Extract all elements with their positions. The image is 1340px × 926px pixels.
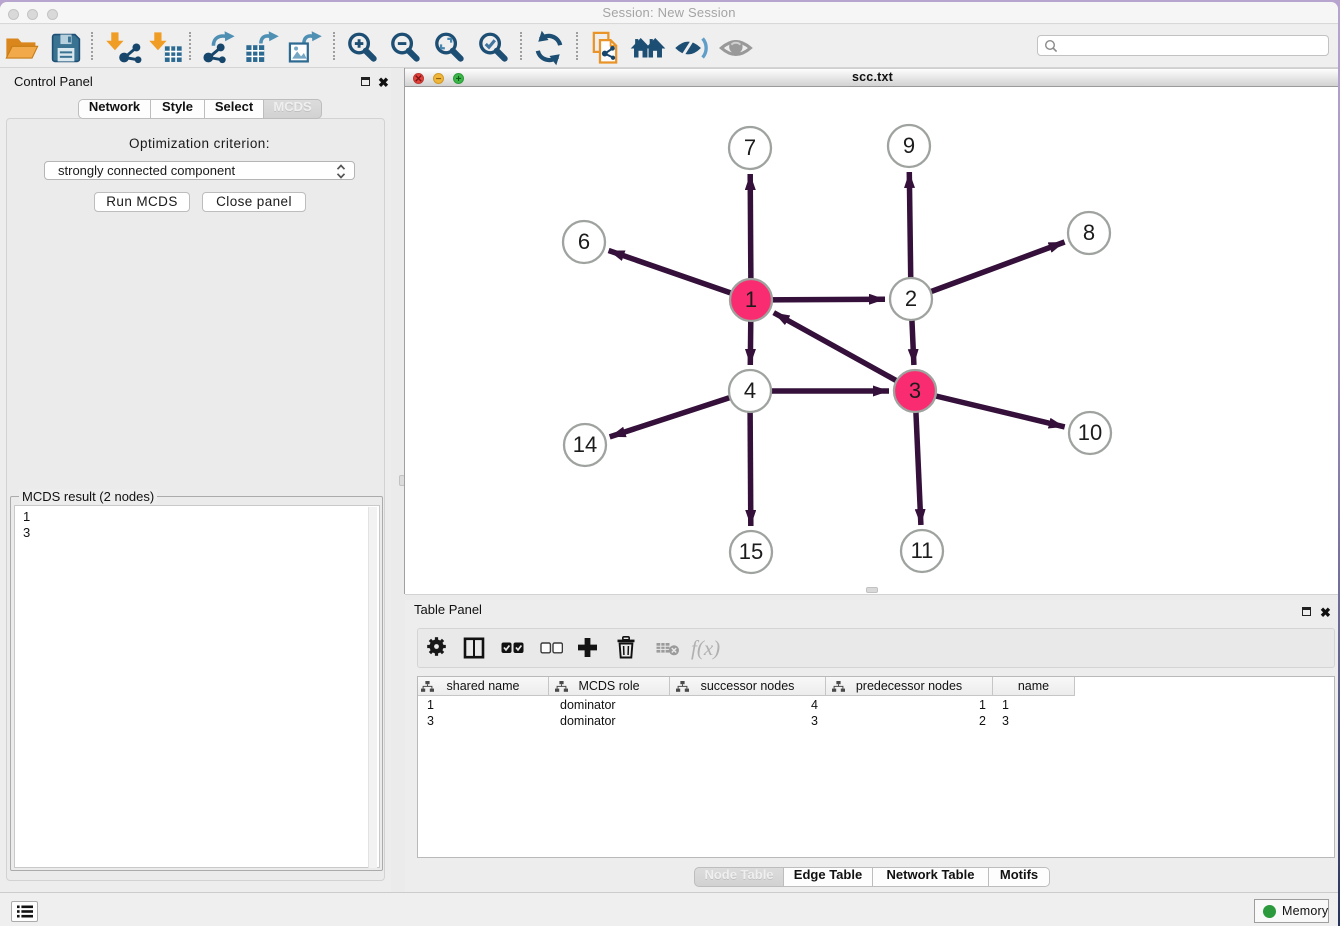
- svg-text:11: 11: [911, 538, 934, 563]
- svg-text:2: 2: [905, 286, 917, 311]
- svg-text:6: 6: [578, 229, 590, 254]
- svg-text:14: 14: [573, 432, 597, 457]
- svg-text:8: 8: [1083, 220, 1095, 245]
- svg-text:7: 7: [744, 135, 756, 160]
- svg-text:10: 10: [1078, 420, 1102, 445]
- svg-text:9: 9: [903, 133, 915, 158]
- svg-text:3: 3: [909, 378, 921, 403]
- svg-text:4: 4: [744, 378, 756, 403]
- svg-text:15: 15: [739, 539, 763, 564]
- svg-text:1: 1: [745, 287, 757, 312]
